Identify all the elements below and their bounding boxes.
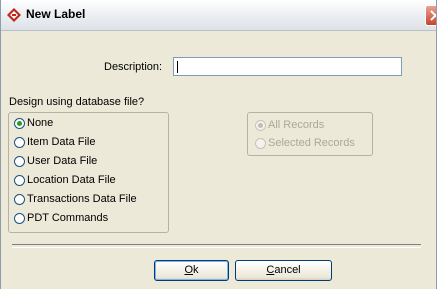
cancel-label-rest: ancel bbox=[274, 264, 301, 276]
radio-label: PDT Commands bbox=[27, 212, 109, 224]
cancel-button[interactable]: Cancel bbox=[235, 260, 332, 281]
radio-button[interactable] bbox=[14, 213, 25, 224]
new-label-dialog: New Label Description: Design using data… bbox=[0, 0, 437, 289]
radio-label: All Records bbox=[268, 119, 325, 131]
design-question-label: Design using database file? bbox=[9, 96, 145, 108]
radio-button[interactable] bbox=[255, 120, 266, 131]
ok-button[interactable]: Ok bbox=[154, 260, 229, 281]
radio-label: User Data File bbox=[27, 155, 98, 167]
radio-label: None bbox=[27, 117, 54, 129]
title-bar[interactable]: New Label bbox=[1, 0, 436, 31]
radio-button[interactable] bbox=[14, 118, 25, 129]
ok-mnemonic: O bbox=[184, 264, 194, 276]
close-button[interactable] bbox=[425, 5, 436, 26]
text-caret bbox=[177, 61, 178, 73]
description-label: Description: bbox=[104, 61, 163, 73]
radio-button[interactable] bbox=[14, 137, 25, 148]
radio-button[interactable] bbox=[255, 138, 266, 149]
ok-label-rest: k bbox=[193, 264, 199, 276]
separator bbox=[12, 244, 421, 248]
radio-button[interactable] bbox=[14, 156, 25, 167]
radio-label: Item Data File bbox=[27, 136, 96, 148]
database-file-group: None Item Data File User Data File Locat… bbox=[8, 112, 169, 233]
window-title: New Label bbox=[26, 7, 86, 21]
dialog-body: Description: Design using database file?… bbox=[2, 31, 436, 289]
radio-label: Location Data File bbox=[27, 174, 116, 186]
records-group: All Records Selected Records bbox=[247, 112, 373, 156]
radio-label: Transactions Data File bbox=[27, 193, 137, 205]
app-diamond-icon bbox=[7, 8, 21, 22]
radio-button[interactable] bbox=[14, 175, 25, 186]
radio-label: Selected Records bbox=[268, 137, 355, 149]
description-input[interactable] bbox=[173, 57, 402, 76]
close-icon bbox=[430, 10, 436, 21]
radio-button[interactable] bbox=[14, 194, 25, 205]
